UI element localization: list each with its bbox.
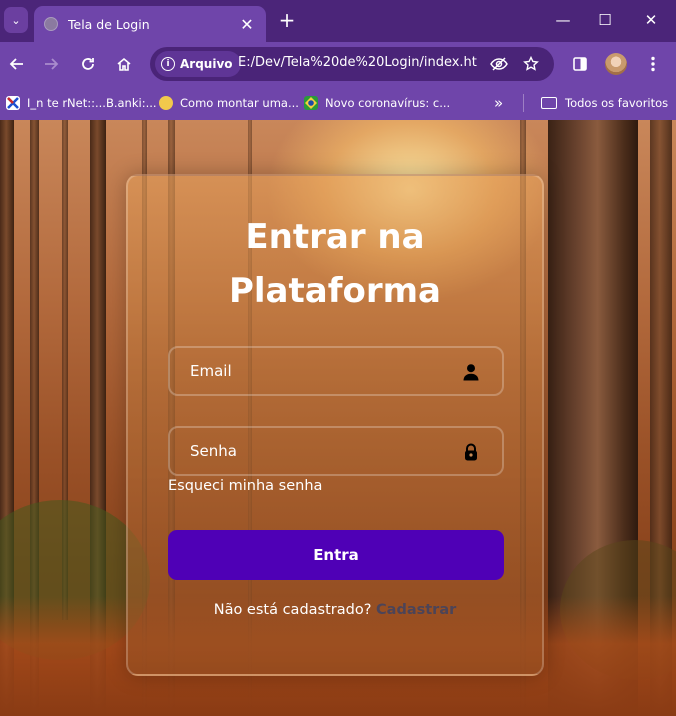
bookmark-item[interactable]: Novo coronavírus: c...	[304, 93, 450, 113]
globe-icon	[44, 17, 58, 31]
login-title: Entrar na Plataforma	[228, 217, 441, 311]
email-input[interactable]	[170, 348, 502, 394]
bookmark-favicon-icon	[6, 96, 20, 110]
register-prompt: Não está cadastrado? Cadastrar	[213, 602, 457, 618]
reload-icon[interactable]	[75, 51, 101, 77]
back-icon[interactable]	[4, 51, 30, 77]
password-field[interactable]	[168, 426, 504, 476]
forgot-password-link[interactable]: Esqueci minha senha	[168, 478, 322, 494]
forward-icon[interactable]	[38, 51, 64, 77]
all-bookmarks-button[interactable]: Todos os favoritos	[541, 93, 668, 113]
email-field[interactable]	[168, 346, 504, 396]
bookmark-item[interactable]: I_n te rNet::...B.anki:...	[6, 93, 157, 113]
url-text[interactable]: E:/Dev/Tela%20de%20Login/index.ht...	[238, 55, 478, 70]
bookmarks-divider	[523, 94, 524, 112]
close-window-button[interactable]: ✕	[638, 8, 664, 32]
brazil-flag-icon	[304, 96, 318, 110]
tab-search-icon[interactable]: ⌄	[4, 7, 28, 33]
kebab-menu-icon[interactable]	[640, 51, 666, 77]
password-input[interactable]	[170, 428, 502, 474]
new-tab-button[interactable]: +	[276, 9, 298, 31]
browser-toolbar: i Arquivo E:/Dev/Tela%20de%20Login/index…	[0, 42, 676, 86]
register-link[interactable]: Cadastrar	[376, 602, 456, 618]
tab-close-icon[interactable]: ✕	[238, 15, 256, 34]
eye-slash-icon[interactable]	[488, 53, 510, 75]
tab-title: Tela de Login	[68, 16, 150, 32]
info-icon: i	[161, 57, 175, 71]
bookmarks-bar: I_n te rNet::...B.anki:... Como montar u…	[0, 86, 676, 120]
submit-button[interactable]: Entra	[168, 530, 504, 580]
lock-icon	[462, 443, 480, 461]
page-viewport: Entrar na Plataforma Esqueci minha senha…	[0, 120, 676, 716]
more-bookmarks-button[interactable]: »	[494, 93, 503, 113]
browser-tab-bar: ⌄ Tela de Login ✕ + — ☐ ✕	[0, 0, 676, 42]
profile-avatar[interactable]	[605, 53, 627, 75]
site-info-label: Arquivo	[180, 57, 233, 71]
folder-icon	[541, 97, 557, 109]
site-info-chip[interactable]: i Arquivo	[155, 51, 241, 77]
maximize-button[interactable]: ☐	[592, 8, 618, 32]
user-icon	[462, 363, 480, 381]
minimize-button[interactable]: —	[550, 8, 576, 32]
browser-tab[interactable]: Tela de Login ✕	[34, 6, 266, 42]
bee-icon	[159, 96, 173, 110]
login-card: Entrar na Plataforma Esqueci minha senha…	[126, 174, 544, 676]
bookmark-item[interactable]: Como montar uma...	[159, 93, 299, 113]
bookmark-star-icon[interactable]	[520, 53, 542, 75]
side-panel-icon[interactable]	[567, 51, 593, 77]
home-icon[interactable]	[111, 51, 137, 77]
address-bar[interactable]: i Arquivo E:/Dev/Tela%20de%20Login/index…	[150, 47, 554, 81]
